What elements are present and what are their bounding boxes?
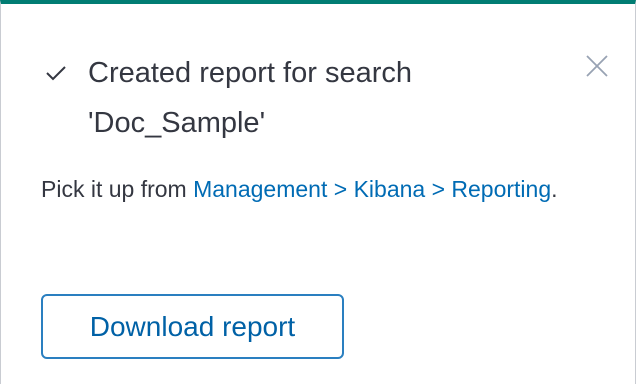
toast-body-text: Pick it up from (41, 176, 194, 202)
report-toast: Created report for search 'Doc_Sample' P… (0, 0, 636, 384)
toast-body: Pick it up from Management > Kibana > Re… (41, 167, 601, 212)
close-button[interactable] (583, 52, 611, 80)
check-icon (46, 66, 66, 81)
toast-title: Created report for search 'Doc_Sample' (88, 57, 412, 139)
toast-body-suffix: . (551, 176, 558, 202)
reporting-link[interactable]: Management > Kibana > Reporting (193, 176, 551, 202)
close-icon (586, 55, 608, 77)
download-report-button[interactable]: Download report (41, 294, 344, 359)
